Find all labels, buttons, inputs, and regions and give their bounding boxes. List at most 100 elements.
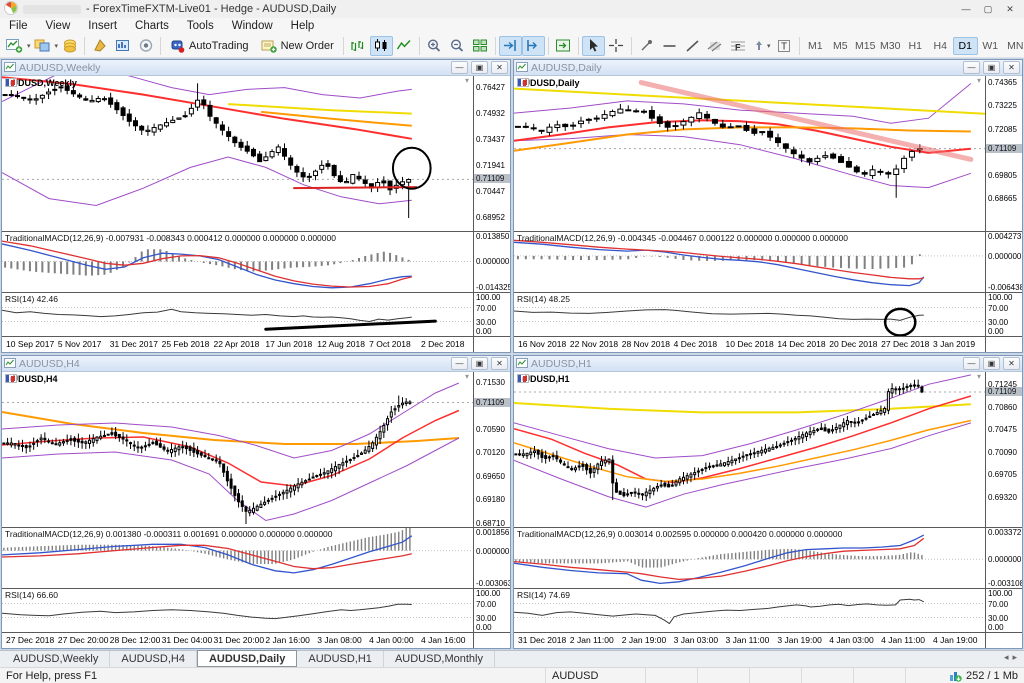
equidistant-channel-tool-button[interactable] <box>704 36 727 56</box>
chart-shift-button[interactable] <box>552 36 575 56</box>
price-pane[interactable]: AUDUSD,Daily▾ <box>514 76 985 231</box>
new-order-button[interactable]: New Order <box>255 36 340 56</box>
ohlc-icon[interactable] <box>517 374 529 383</box>
chart-window-titlebar[interactable]: AUDUSD,H1—▣✕ <box>514 356 1022 372</box>
trendline-tool-button[interactable] <box>681 36 704 56</box>
price-pane[interactable]: AUDUSD,H4▾ <box>2 372 473 527</box>
rsi-scale[interactable]: 100.0070.0030.000.00 <box>985 293 1022 336</box>
chart-minimize-button[interactable]: — <box>963 61 980 74</box>
tab-audusd-daily[interactable]: AUDUSD,Daily <box>197 650 297 667</box>
tab-audusd-h4[interactable]: AUDUSD,H4 <box>110 651 197 667</box>
tab-audusd-weekly[interactable]: AUDUSD,Weekly <box>2 651 110 667</box>
bar-chart-type-button[interactable] <box>347 36 370 56</box>
rsi-pane[interactable]: RSI(14) 48.25 <box>514 293 985 336</box>
timeframe-m15-button[interactable]: M15 <box>853 37 878 55</box>
macd-pane[interactable]: TraditionalMACD(12,26,9) -0.007931 -0.00… <box>2 232 473 292</box>
chart-close-button[interactable]: ✕ <box>1003 357 1020 370</box>
time-axis[interactable]: 10 Sep 20175 Nov 201731 Dec 201725 Feb 2… <box>2 337 473 352</box>
chart-restore-button[interactable]: ▣ <box>471 357 488 370</box>
profiles-button[interactable] <box>31 36 54 56</box>
scroll-to-end-button[interactable] <box>499 36 522 56</box>
timeframe-mn-button[interactable]: MN <box>1003 37 1024 55</box>
fibonacci-tool-button[interactable]: F <box>727 36 750 56</box>
candlestick-chart-type-button[interactable] <box>370 36 393 56</box>
ohlc-icon[interactable] <box>517 78 529 87</box>
auto-scroll-button[interactable] <box>522 36 545 56</box>
app-maximize-button[interactable]: ▢ <box>978 2 998 16</box>
chart-window-titlebar[interactable]: AUDUSD,Daily—▣✕ <box>514 60 1022 76</box>
macd-scale[interactable]: 0.0138500.000000-0.014325 <box>473 232 510 292</box>
rsi-pane[interactable]: RSI(14) 74.69 <box>514 589 985 632</box>
timeframe-h1-button[interactable]: H1 <box>903 37 928 55</box>
menu-view[interactable]: View <box>37 18 80 34</box>
tab-audusd-h1[interactable]: AUDUSD,H1 <box>297 651 384 667</box>
price-pane[interactable]: AUDUSD,Weekly▾ <box>2 76 473 231</box>
tab-scroll-arrows[interactable]: ◂▸ <box>1004 652 1021 663</box>
shapes-dropdown-icon[interactable]: ▾ <box>767 42 771 50</box>
chart-minimize-button[interactable]: — <box>451 61 468 74</box>
macd-scale[interactable]: 0.0042730.000000-0.006438 <box>985 232 1022 292</box>
menu-tools[interactable]: Tools <box>178 18 223 34</box>
timeframe-m1-button[interactable]: M1 <box>803 37 828 55</box>
rsi-scale[interactable]: 100.0070.0030.000.00 <box>473 589 510 632</box>
menu-file[interactable]: File <box>0 18 37 34</box>
macd-pane[interactable]: TraditionalMACD(12,26,9) -0.004345 -0.00… <box>514 232 985 292</box>
rsi-pane[interactable]: RSI(14) 42.46 <box>2 293 473 336</box>
tab-audusd-monthly[interactable]: AUDUSD,Monthly <box>384 651 495 667</box>
menu-insert[interactable]: Insert <box>79 18 126 34</box>
chart-close-button[interactable]: ✕ <box>491 61 508 74</box>
zoom-in-button[interactable] <box>423 36 446 56</box>
macd-scale[interactable]: 0.0033720.000000-0.003108 <box>985 528 1022 588</box>
menu-help[interactable]: Help <box>282 18 324 34</box>
chart-shift-marker-icon[interactable]: ▾ <box>977 372 981 381</box>
rsi-scale[interactable]: 100.0070.0030.000.00 <box>985 589 1022 632</box>
price-scale[interactable]: 0.743650.732250.720850.698050.686650.711… <box>985 76 1022 231</box>
time-axis[interactable]: 31 Dec 20182 Jan 11:002 Jan 19:003 Jan 0… <box>514 633 985 648</box>
line-chart-type-button[interactable] <box>393 36 416 56</box>
rsi-pane[interactable]: RSI(14) 66.60 <box>2 589 473 632</box>
shapes-tool-button[interactable]: ▾ <box>750 36 773 56</box>
new-chart-dropdown-icon[interactable]: ▾ <box>27 42 31 50</box>
tile-windows-button[interactable] <box>469 36 492 56</box>
price-scale[interactable]: 0.715300.705900.701200.696500.691800.687… <box>473 372 510 527</box>
tab-scroll-right-icon[interactable]: ▸ <box>1012 652 1021 662</box>
ohlc-icon[interactable] <box>5 374 17 383</box>
chart-minimize-button[interactable]: — <box>963 357 980 370</box>
price-scale[interactable]: 0.764270.749320.734370.719410.704470.689… <box>473 76 510 231</box>
time-axis[interactable]: 16 Nov 201822 Nov 201828 Nov 20184 Dec 2… <box>514 337 985 352</box>
chart-restore-button[interactable]: ▣ <box>983 61 1000 74</box>
new-chart-button[interactable] <box>3 36 26 56</box>
time-axis[interactable]: 27 Dec 201827 Dec 20:0028 Dec 12:0031 De… <box>2 633 473 648</box>
macd-pane[interactable]: TraditionalMACD(12,26,9) 0.003014 0.0025… <box>514 528 985 588</box>
zoom-out-button[interactable] <box>446 36 469 56</box>
macd-pane[interactable]: TraditionalMACD(12,26,9) 0.001380 -0.000… <box>2 528 473 588</box>
timeframe-h4-button[interactable]: H4 <box>928 37 953 55</box>
ohlc-icon[interactable] <box>5 78 17 87</box>
price-scale[interactable]: 0.712450.708600.704750.700900.697050.693… <box>985 372 1022 527</box>
crosshair-tool-button[interactable] <box>605 36 628 56</box>
deposit-button[interactable] <box>58 36 81 56</box>
menu-charts[interactable]: Charts <box>126 18 178 34</box>
rsi-scale[interactable]: 100.0070.0030.000.00 <box>473 293 510 336</box>
cursor-tool-button[interactable] <box>582 36 605 56</box>
market-watch-button[interactable] <box>88 36 111 56</box>
chart-shift-marker-icon[interactable]: ▾ <box>465 372 469 381</box>
chart-minimize-button[interactable]: — <box>451 357 468 370</box>
chart-restore-button[interactable]: ▣ <box>983 357 1000 370</box>
horizontal-line-tool-button[interactable] <box>658 36 681 56</box>
status-connection[interactable]: 252 / 1 Mb <box>906 668 1024 683</box>
timeframe-w1-button[interactable]: W1 <box>978 37 1003 55</box>
chart-shift-marker-icon[interactable]: ▾ <box>977 76 981 85</box>
price-pane[interactable]: AUDUSD,H1▾ <box>514 372 985 527</box>
text-tool-button[interactable]: T <box>773 36 796 56</box>
app-close-button[interactable]: ✕ <box>1000 2 1020 16</box>
chart-window-titlebar[interactable]: AUDUSD,Weekly—▣✕ <box>2 60 510 76</box>
macd-scale[interactable]: 0.0018560.000000-0.003063 <box>473 528 510 588</box>
data-window-button[interactable] <box>111 36 134 56</box>
chart-close-button[interactable]: ✕ <box>1003 61 1020 74</box>
autotrading-button[interactable]: AutoTrading <box>164 36 255 56</box>
chart-close-button[interactable]: ✕ <box>491 357 508 370</box>
chart-shift-marker-icon[interactable]: ▾ <box>465 76 469 85</box>
signals-button[interactable] <box>134 36 157 56</box>
timeframe-m30-button[interactable]: M30 <box>878 37 903 55</box>
